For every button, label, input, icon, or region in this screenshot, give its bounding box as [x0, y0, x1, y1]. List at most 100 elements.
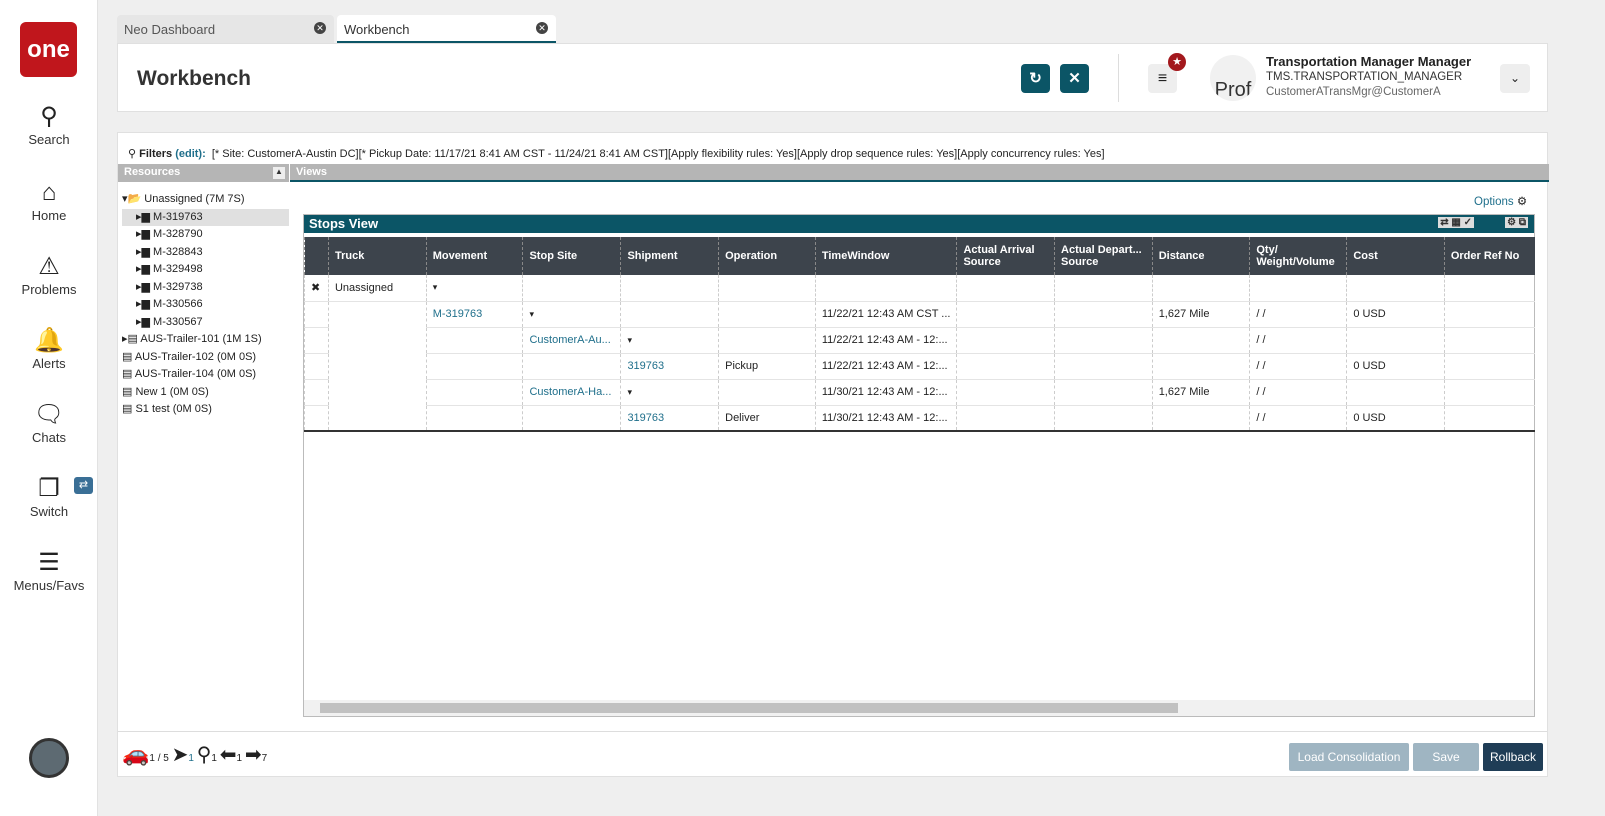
table-cell — [814, 275, 957, 302]
column-header[interactable]: Actual Depart... Source — [1054, 237, 1153, 275]
table-cell[interactable]: 319763 — [620, 405, 719, 432]
favorite-star-icon[interactable]: ★ — [1168, 53, 1186, 71]
column-header[interactable]: Cost — [1346, 237, 1445, 275]
save-button[interactable]: Save — [1413, 743, 1479, 771]
user-menu-chevron-icon[interactable]: ⌄ — [1500, 64, 1530, 93]
table-cell — [327, 379, 427, 405]
table-cell[interactable]: ✖ — [304, 275, 329, 302]
table-cell — [718, 301, 816, 328]
folder-icon: ▾📂 — [122, 193, 145, 205]
tree-item-label: M-330567 — [153, 315, 203, 328]
column-header[interactable]: Distance — [1151, 237, 1250, 275]
avatar[interactable]: Prof — [1210, 55, 1256, 101]
nav-chats[interactable]: 🗨 Chats — [0, 400, 98, 445]
tree-item[interactable]: ▾📂 Unassigned (7M 7S) — [122, 191, 289, 209]
column-header[interactable]: Shipment — [620, 237, 719, 275]
settings-icons[interactable]: ⚙ ⧉ — [1505, 217, 1528, 228]
nav-alerts[interactable]: 🔔 Alerts — [0, 326, 98, 371]
collapse-icon[interactable]: ▲ — [273, 167, 285, 179]
toolbar-icons[interactable]: ⇄ ▦ ✓ — [1438, 217, 1474, 228]
table-row[interactable]: CustomerA-Ha... ▾ 11/30/21 12:43 AM - 12:.… — [304, 379, 1535, 406]
document-icon: ▤ — [122, 385, 136, 398]
table-row[interactable]: ✖ Unassigned ▾ — [304, 275, 1535, 302]
tree-item[interactable]: ▸▆ M-319763 — [122, 208, 289, 226]
tree-item[interactable]: ▸▆ M-328790 — [122, 226, 289, 244]
tree-item[interactable]: ▸▆ M-328843 — [122, 244, 289, 262]
close-tab-icon[interactable]: ✕ — [536, 22, 548, 34]
table-row[interactable]: M-319763 ▾ 11/22/21 12:43 AM CST ... 1,627 … — [304, 301, 1535, 328]
one-logo[interactable]: one — [20, 22, 77, 77]
close-tab-icon[interactable]: ✕ — [314, 22, 326, 34]
tree-item[interactable]: ▸▆ M-329498 — [122, 261, 289, 279]
table-cell — [1054, 353, 1153, 380]
table-cell[interactable]: CustomerA-Au... — [522, 327, 621, 354]
column-header[interactable]: Truck — [327, 237, 427, 275]
tab-workbench[interactable]: Workbench ✕ — [337, 15, 556, 43]
column-header[interactable]: Operation — [718, 237, 816, 275]
table-cell[interactable]: 319763 — [620, 353, 719, 380]
table-cell — [956, 353, 1055, 380]
nav-problems[interactable]: ⚠ Problems — [0, 252, 98, 297]
load-consolidation-button[interactable]: Load Consolidation — [1289, 743, 1409, 771]
refresh-button[interactable]: ↻ — [1021, 64, 1050, 93]
tree-item[interactable]: ▤ S1 test (0M 0S) — [122, 401, 289, 419]
column-header[interactable]: Movement — [425, 237, 523, 275]
tree-item[interactable]: ▸▤ AUS-Trailer-101 (1M 1S) — [122, 331, 289, 349]
table-cell[interactable]: ▾ — [620, 327, 719, 354]
table-row[interactable]: 319763 Pickup 11/22/21 12:43 AM - 12:... / … — [304, 353, 1535, 380]
count-trucks: 1 / 5 — [149, 753, 169, 764]
filters-edit-link[interactable]: (edit): — [175, 148, 206, 160]
table-cell — [304, 353, 329, 380]
table-cell: / / — [1249, 379, 1347, 406]
page-title: Workbench — [137, 67, 251, 90]
table-cell — [718, 379, 816, 406]
column-header[interactable]: Qty/ Weight/Volume — [1249, 237, 1347, 275]
assistant-avatar[interactable] — [29, 738, 69, 778]
column-header[interactable]: Order Ref No — [1443, 237, 1535, 275]
close-button[interactable]: ✕ — [1060, 64, 1089, 93]
nav-search[interactable]: ⚲ Search — [0, 102, 98, 147]
column-header[interactable]: Stop Site — [522, 237, 621, 275]
horizontal-scrollbar[interactable] — [304, 700, 1534, 716]
table-cell: 11/30/21 12:43 AM - 12:... — [814, 405, 957, 432]
nav-home[interactable]: ⌂ Home — [0, 178, 98, 223]
tree-item[interactable]: ▸▆ M-330566 — [122, 296, 289, 314]
table-row[interactable]: 319763 Deliver 11/30/21 12:43 AM - 12:... /… — [304, 405, 1535, 432]
gear-icon: ⚙ — [1516, 196, 1528, 208]
table-cell[interactable]: M-319763 — [425, 301, 523, 328]
resources-header: Resources ▲ — [118, 164, 289, 182]
column-header[interactable]: TimeWindow — [814, 237, 957, 275]
tree-item-label: S1 test (0M 0S) — [135, 403, 212, 415]
table-cell — [1054, 275, 1153, 302]
tree-item-label: M-328790 — [153, 228, 203, 240]
nav-menus-favs[interactable]: ☰ Menus/Favs — [0, 548, 98, 593]
user-email: CustomerATransMgr@CustomerA — [1266, 86, 1441, 98]
tree-item[interactable]: ▸▆ M-329738 — [122, 279, 289, 297]
tab-neo-dashboard[interactable]: Neo Dashboard ✕ — [117, 15, 334, 43]
tree-item[interactable]: ▤ New 1 (0M 0S) — [122, 384, 289, 402]
table-cell — [1443, 301, 1535, 328]
table-cell[interactable]: ▾ — [522, 301, 621, 328]
tree-item[interactable]: ▤ AUS-Trailer-104 (0M 0S) — [122, 366, 289, 384]
column-header[interactable] — [304, 237, 329, 275]
sidebar: one ⚲ Search ⌂ Home ⚠ Problems 🔔 Alerts 🗨 Cha… — [0, 0, 98, 816]
tree-item[interactable]: ▤ AUS-Trailer-102 (0M 0S) — [122, 349, 289, 367]
tree-item[interactable]: ▸▆ M-330567 — [122, 314, 289, 332]
table-cell: / / — [1249, 301, 1347, 328]
folder-icon: ▸▆ — [136, 228, 154, 240]
rollback-button[interactable]: Rollback — [1483, 743, 1543, 771]
table-cell[interactable]: ▾ — [620, 379, 719, 406]
column-header[interactable]: Actual Arrival Source — [956, 237, 1055, 275]
table-cell: 11/22/21 12:43 AM - 12:... — [814, 353, 957, 380]
table-cell — [522, 405, 621, 432]
options-link[interactable]: Options ⚙ — [1474, 194, 1527, 208]
stops-view-title: Stops View — [309, 216, 379, 231]
table-cell[interactable]: ▾ — [425, 275, 523, 302]
table-row[interactable]: CustomerA-Au... ▾ 11/22/21 12:43 AM - 12:.… — [304, 327, 1535, 354]
table-cell[interactable]: CustomerA-Ha... — [522, 379, 621, 406]
scrollbar-thumb[interactable] — [320, 703, 1178, 713]
options-label: Options — [1474, 196, 1514, 208]
tree-item-label: M-319763 — [153, 210, 203, 223]
table-cell: 1,627 Mile — [1151, 301, 1250, 328]
nav-label: Chats — [32, 430, 66, 445]
